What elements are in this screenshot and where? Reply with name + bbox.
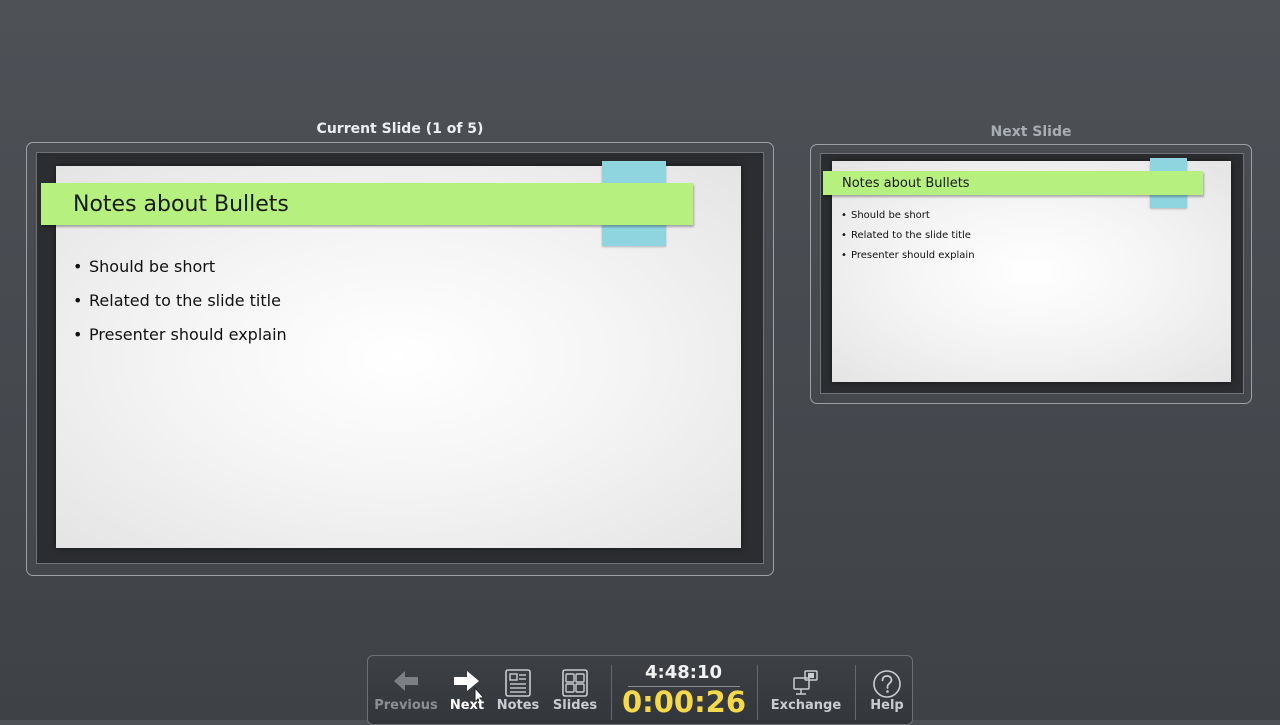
slide-bullet: • Related to the slide title [841,226,975,246]
previous-label: Previous [374,698,438,713]
elapsed-timer[interactable]: 0:00:26 [620,685,748,719]
bullet-marker: • [73,291,83,310]
arrow-left-icon [394,671,418,691]
notes-label: Notes [496,698,540,713]
previous-button[interactable]: Previous [372,655,440,720]
notes-icon [505,669,531,697]
bullet-marker: • [73,325,83,344]
slide-bullet: • Presenter should explain [73,318,287,352]
slides-label: Slides [552,698,598,713]
slide-title: Notes about Bullets [73,191,289,217]
help-icon [873,670,901,698]
notes-button[interactable]: Notes [495,655,541,720]
bullet-marker: • [841,210,847,221]
slides-button[interactable]: Slides [550,655,600,720]
exchange-label: Exchange [770,698,842,713]
toolbar-separator [855,665,856,720]
next-button[interactable]: Next [444,655,490,720]
slide-sorter-icon [562,669,588,697]
exchange-screens-icon [793,670,818,695]
current-slide[interactable]: Notes about Bullets • Should be short • … [41,161,741,548]
slide-bullet: • Should be short [73,250,287,284]
next-slide-label: Next Slide [990,124,1072,140]
slide-bullet: • Related to the slide title [73,284,287,318]
toolbar-separator [757,665,758,720]
toolbar-separator [611,665,612,720]
help-label: Help [870,698,904,713]
bullet-marker: • [73,257,83,276]
slide-title-bar: Notes about Bullets [41,183,693,225]
help-button[interactable]: Help [864,655,910,720]
slide-bullet: • Should be short [841,206,975,226]
current-slide-label: Current Slide (1 of 5) [316,121,484,137]
slide-title: Notes about Bullets [842,175,970,191]
next-label: Next [449,698,485,713]
slide-bullet: • Presenter should explain [841,246,975,266]
slide-bullets: • Should be short • Related to the slide… [841,206,975,266]
slide-bullets: • Should be short • Related to the slide… [73,250,287,352]
clock-time: 4:48:10 [644,662,723,683]
bullet-marker: • [841,230,847,241]
bullet-marker: • [841,250,847,261]
next-slide[interactable]: Notes about Bullets • Should be short • … [823,158,1231,382]
exchange-button[interactable]: Exchange [766,655,846,720]
slide-title-bar: Notes about Bullets [823,171,1203,195]
